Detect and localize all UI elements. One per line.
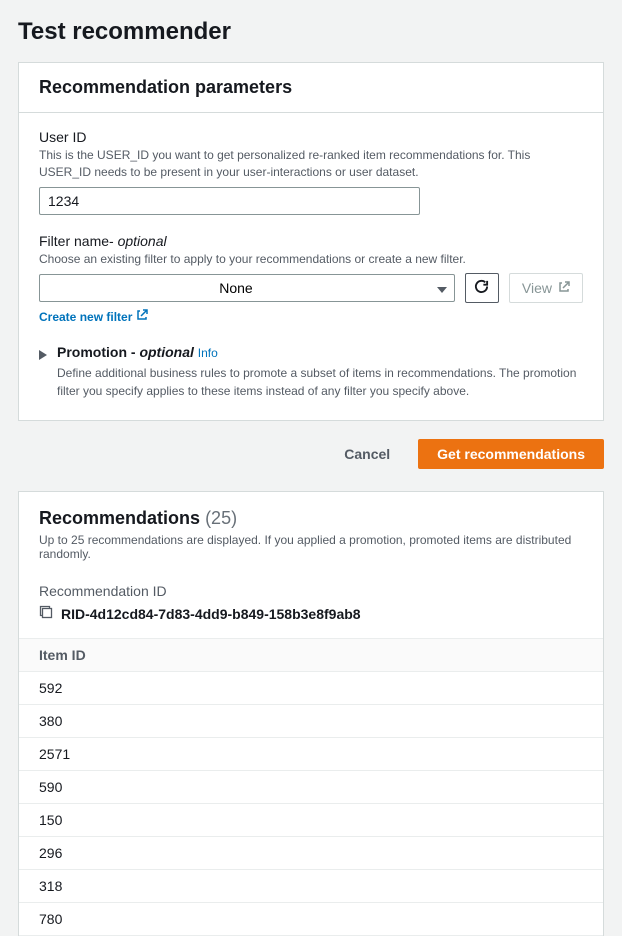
filter-select[interactable]: None — [39, 274, 455, 302]
recommendation-id-label: Recommendation ID — [39, 583, 583, 599]
view-button[interactable]: View — [509, 273, 583, 303]
promotion-section: Promotion - optional Info Define additio… — [39, 338, 583, 400]
cancel-button[interactable]: Cancel — [328, 439, 406, 469]
table-row: 380 — [19, 705, 603, 738]
expand-arrow-icon[interactable] — [39, 347, 47, 363]
user-id-label: User ID — [39, 129, 583, 145]
get-recommendations-button[interactable]: Get recommendations — [418, 439, 604, 469]
promotion-info-link[interactable]: Info — [198, 346, 218, 360]
parameters-title: Recommendation parameters — [39, 77, 583, 98]
action-buttons: Cancel Get recommendations — [18, 439, 604, 469]
table-row: 2571 — [19, 738, 603, 771]
table-row: 780 — [19, 903, 603, 936]
recommendations-title: Recommendations (25) — [39, 508, 237, 528]
user-id-desc: This is the USER_ID you want to get pers… — [39, 147, 583, 181]
parameters-panel: Recommendation parameters User ID This i… — [18, 62, 604, 421]
copy-icon[interactable] — [39, 605, 53, 622]
refresh-button[interactable] — [465, 273, 499, 303]
filter-field: Filter name- optional Choose an existing… — [39, 233, 583, 325]
filter-label: Filter name- optional — [39, 233, 583, 249]
recommendations-panel: Recommendations (25) Up to 25 recommenda… — [18, 491, 604, 936]
user-id-field: User ID This is the USER_ID you want to … — [39, 129, 583, 215]
item-id-column-header: Item ID — [19, 638, 603, 672]
table-row: 318 — [19, 870, 603, 903]
create-filter-link[interactable]: Create new filter — [39, 309, 148, 324]
recommendations-subtitle: Up to 25 recommendations are displayed. … — [39, 533, 583, 561]
view-label: View — [522, 280, 552, 296]
promotion-desc: Define additional business rules to prom… — [57, 364, 583, 400]
user-id-input[interactable] — [39, 187, 420, 215]
refresh-icon — [474, 279, 489, 297]
promotion-title: Promotion - optional Info — [57, 344, 583, 360]
page-title: Test recommender — [18, 18, 604, 46]
recommendations-count: (25) — [205, 508, 237, 528]
table-row: 296 — [19, 837, 603, 870]
recommendation-id-value: RID-4d12cd84-7d83-4dd9-b849-158b3e8f9ab8 — [61, 606, 361, 622]
external-link-icon — [558, 280, 570, 296]
external-link-icon — [136, 309, 148, 324]
table-row: 150 — [19, 804, 603, 837]
table-row: 592 — [19, 672, 603, 705]
table-row: 590 — [19, 771, 603, 804]
filter-desc: Choose an existing filter to apply to yo… — [39, 251, 583, 268]
